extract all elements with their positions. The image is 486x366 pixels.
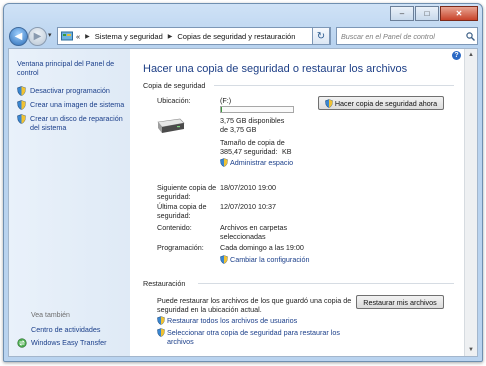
control-panel-icon [61,31,73,41]
sidebar-item-label: Crear una imagen de sistema [30,100,125,109]
last-backup-value: 12/07/2010 10:37 [220,202,276,211]
sidebar-item-create-system-image[interactable]: Crear una imagen de sistema [17,100,127,112]
breadcrumb-separator: ▶ [85,33,90,40]
page-title: Hacer una copia de seguridad o restaurar… [143,63,408,75]
sidebar-item-easy-transfer[interactable]: Windows Easy Transfer [17,338,107,350]
next-backup-value: 18/07/2010 19:00 [220,183,276,192]
free-space-text: 3,75 GB disponibles de 3,75 GB [220,116,285,134]
shield-icon [17,114,26,132]
control-panel-window: – □ ✕ ◀ ▶ ▾ « ▶ Sistema y seguridad ▶ Co… [3,3,483,362]
see-also-heading: Vea también [31,312,70,319]
manage-space-label: Administrar espacio [230,158,294,167]
sidebar: Ventana principal del Panel de control D… [9,49,130,356]
backup-now-label: Hacer copia de seguridad ahora [334,98,438,108]
shield-icon [157,316,165,327]
shield-icon [17,86,26,98]
search-input[interactable]: Buscar en el Panel de control [337,32,463,41]
shield-icon [220,158,228,169]
breadcrumb-backup-restore[interactable]: Copias de seguridad y restauración [177,32,295,41]
forward-button[interactable]: ▶ [28,27,47,46]
last-backup-label: Última copia de seguridad: [157,202,207,220]
change-settings-label: Cambiar la configuración [230,255,310,264]
backup-size-unit: KB [282,147,292,156]
backup-section-heading: Copia de seguridad [143,81,206,90]
scroll-down-arrow-icon[interactable]: ▼ [467,346,475,354]
backup-now-button[interactable]: Hacer copia de seguridad ahora [318,96,444,110]
back-button[interactable]: ◀ [9,27,28,46]
schedule-value: Cada domingo a las 19:00 [220,243,304,252]
select-other-backup-label: Seleccionar otra copia de seguridad para… [167,328,340,346]
address-bar[interactable]: « ▶ Sistema y seguridad ▶ Copias de segu… [57,27,331,45]
disk-usage-fill [221,107,223,112]
maximize-button[interactable]: □ [415,6,439,21]
breadcrumb-system-security[interactable]: Sistema y seguridad [95,32,163,41]
caption-buttons: – □ ✕ [389,6,478,21]
shield-icon [220,255,228,266]
breadcrumb-separator: ▶ [167,33,173,40]
contents-label: Contenido: [157,223,192,232]
change-settings-link[interactable]: Cambiar la configuración [220,255,310,266]
section-divider [214,85,454,86]
restore-all-users-label: Restaurar todos los archivos de usuarios [167,316,298,325]
contents-value: Archivos en carpetas seleccionadas [220,223,288,241]
location-value: (F:) [220,96,232,105]
restore-description: Puede restaurar los archivos de los que … [157,296,352,314]
manage-space-link[interactable]: Administrar espacio [220,158,293,169]
sidebar-item-label: Crear un disco de reparación del sistema [30,114,123,132]
shield-icon [157,328,165,346]
sidebar-item-disable-schedule[interactable]: Desactivar programación [17,86,127,98]
sidebar-home-link[interactable]: Ventana principal del Panel de control [17,59,122,77]
next-backup-label: Siguiente copia de seguridad: [157,183,217,201]
sidebar-item-create-repair-disc[interactable]: Crear un disco de reparación del sistema [17,114,127,132]
disk-usage-bar [220,106,294,113]
sidebar-item-action-center[interactable]: Centro de actividades [31,325,101,334]
sidebar-item-label: Windows Easy Transfer [31,338,107,347]
restore-section-heading: Restauración [143,279,186,288]
sidebar-item-label: Desactivar programación [30,86,110,95]
vertical-scrollbar[interactable]: ▲ ▼ [464,49,477,356]
search-box[interactable]: Buscar en el Panel de control [336,27,478,45]
shield-icon [17,100,26,112]
main-panel: ? ▲ ▼ Hacer una copia de seguridad o res… [130,49,477,356]
transfer-icon [17,338,27,350]
minimize-button[interactable]: – [390,6,414,21]
restore-my-files-button[interactable]: Restaurar mis archivos [356,295,444,309]
content-area: Ventana principal del Panel de control D… [8,48,478,357]
search-icon[interactable] [463,31,477,41]
section-divider [198,283,454,284]
external-drive-icon [155,118,185,136]
restore-all-users-link[interactable]: Restaurar todos los archivos de usuarios [157,316,297,327]
history-chevron[interactable]: « [76,32,80,41]
select-other-backup-link[interactable]: Seleccionar otra copia de seguridad para… [157,328,347,346]
scroll-up-arrow-icon[interactable]: ▲ [467,51,475,59]
recent-pages-dropdown[interactable]: ▾ [48,31,52,39]
schedule-label: Programación: [157,243,204,252]
close-button[interactable]: ✕ [440,6,478,21]
navigation-bar: ◀ ▶ ▾ « ▶ Sistema y seguridad ▶ Copias d… [8,26,478,46]
refresh-button[interactable]: ↻ [312,27,330,45]
location-label: Ubicación: [157,96,191,105]
help-icon[interactable]: ? [452,51,461,60]
shield-icon [324,98,333,108]
